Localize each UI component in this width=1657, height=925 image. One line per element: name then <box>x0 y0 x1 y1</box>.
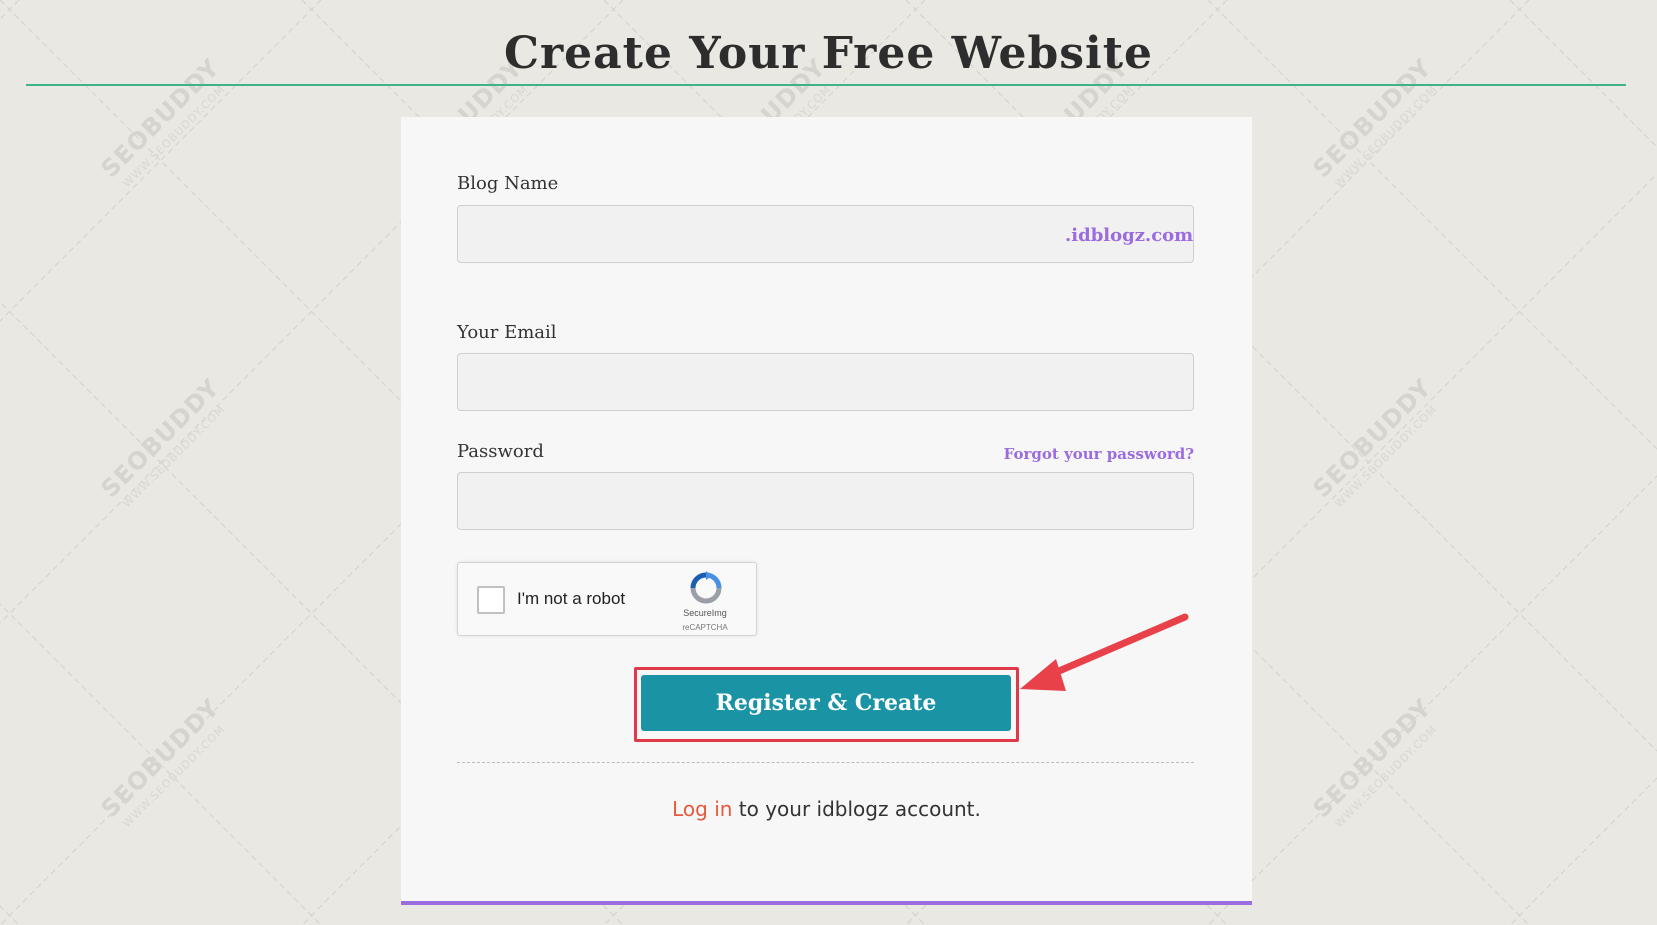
login-prompt: Log in to your idblogz account. <box>401 797 1252 821</box>
watermark-line <box>0 603 322 925</box>
watermark-line <box>1207 0 1657 450</box>
svg-text:WWW.SEOBUDDY.COM: WWW.SEOBUDDY.COM <box>120 723 228 831</box>
watermark-line <box>0 0 20 20</box>
title-divider <box>26 84 1626 86</box>
svg-text:WWW.SEOBUDDY.COM: WWW.SEOBUDDY.COM <box>1332 83 1440 191</box>
captcha-subtext: reCAPTCHA <box>682 623 728 632</box>
password-label: Password <box>457 441 544 462</box>
svg-text:SEOBUDDY: SEOBUDDY <box>96 373 226 503</box>
email-input[interactable] <box>457 353 1194 411</box>
svg-text:WWW.SEOBUDDY.COM: WWW.SEOBUDDY.COM <box>1332 723 1440 831</box>
watermark-stamp: SEOBUDDYWWW.SEOBUDDY.COM <box>96 373 228 511</box>
svg-text:WWW.SEOBUDDY.COM: WWW.SEOBUDDY.COM <box>1332 403 1440 511</box>
svg-text:SEOBUDDY: SEOBUDDY <box>1308 693 1438 823</box>
email-label: Your Email <box>457 322 557 343</box>
svg-text:WWW.SEOBUDDY.COM: WWW.SEOBUDDY.COM <box>120 83 228 191</box>
recaptcha-icon <box>690 571 722 604</box>
watermark-stamp: SEOBUDDYWWW.SEOBUDDY.COM <box>1308 693 1440 831</box>
watermark-line <box>1509 0 1657 148</box>
captcha-checkbox[interactable] <box>477 586 505 614</box>
captcha-brand: SecureImg <box>683 608 727 618</box>
registration-card: Blog Name .idblogz.com Your Email Passwo… <box>401 117 1252 905</box>
watermark-stamp: SEOBUDDYWWW.SEOBUDDY.COM <box>96 693 228 831</box>
watermark-line <box>1509 777 1657 925</box>
login-suffix: to your idblogz account. <box>732 797 981 821</box>
blog-domain-suffix: .idblogz.com <box>1065 225 1194 246</box>
register-create-button[interactable]: Register & Create <box>641 675 1011 731</box>
captcha-label: I'm not a robot <box>517 589 626 608</box>
form-divider <box>457 762 1194 763</box>
captcha-widget: I'm not a robot SecureImg reCAPTCHA <box>457 562 757 636</box>
watermark-line <box>0 905 20 925</box>
watermark-line <box>0 0 322 322</box>
svg-text:WWW.SEOBUDDY.COM: WWW.SEOBUDDY.COM <box>120 403 228 511</box>
blog-name-label: Blog Name <box>457 173 559 194</box>
watermark-stamp: SEOBUDDYWWW.SEOBUDDY.COM <box>1308 373 1440 511</box>
svg-text:SEOBUDDY: SEOBUDDY <box>96 693 226 823</box>
page-title: Create Your Free Website <box>503 28 1154 79</box>
svg-text:SEOBUDDY: SEOBUDDY <box>1308 373 1438 503</box>
watermark-line <box>1207 475 1657 925</box>
login-link[interactable]: Log in <box>672 797 732 821</box>
forgot-password-link[interactable]: Forgot your password? <box>1004 445 1194 463</box>
password-input[interactable] <box>457 472 1194 530</box>
